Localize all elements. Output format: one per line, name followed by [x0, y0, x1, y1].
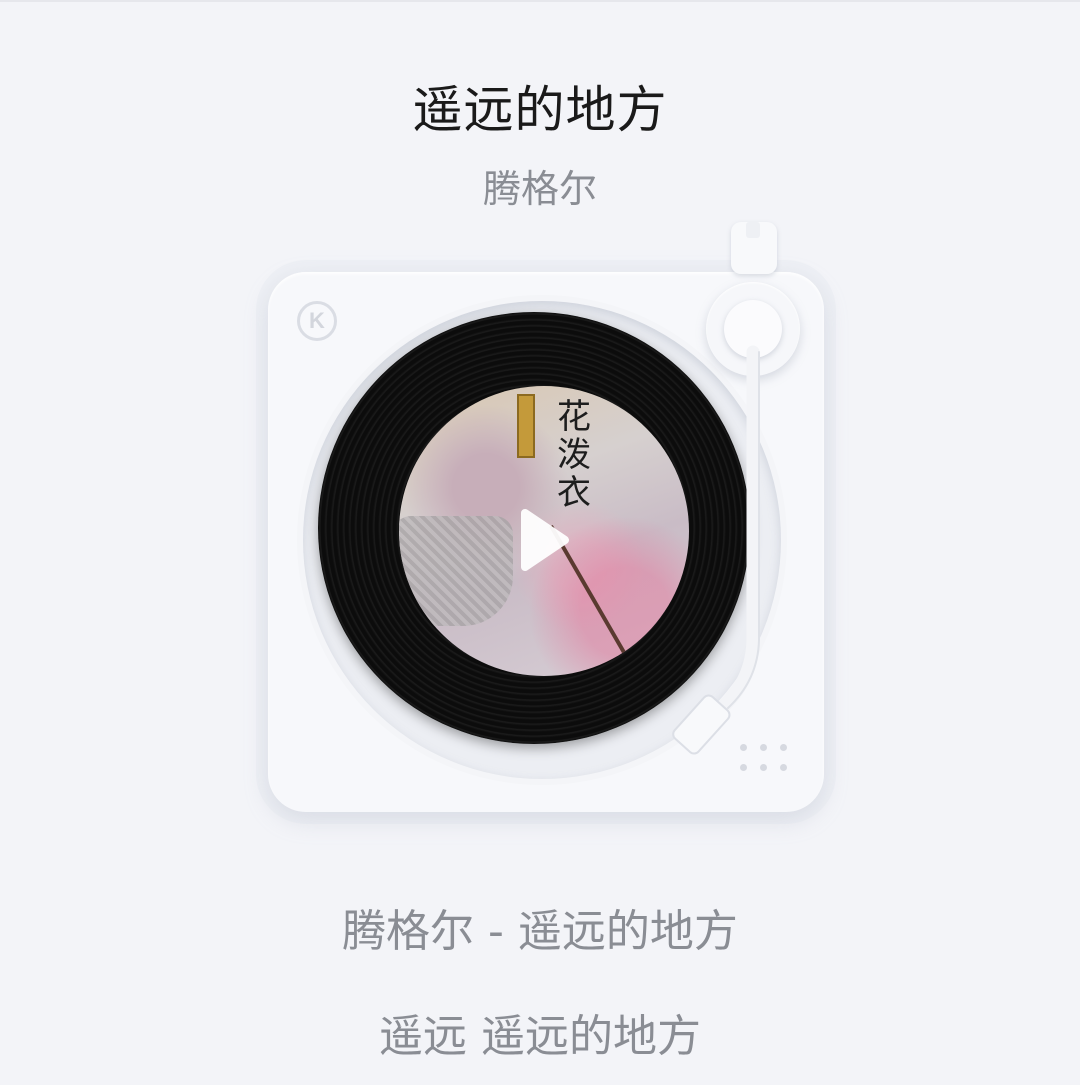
artist-name: 腾格尔	[482, 167, 597, 211]
song-title: 遥远的地方	[412, 81, 668, 139]
top-divider	[0, 0, 1080, 2]
cover-scroll-decoration	[517, 394, 535, 458]
track-info: 腾格尔 - 遥远的地方	[342, 906, 738, 957]
cover-basket-decoration	[399, 516, 513, 626]
play-button[interactable]	[505, 505, 575, 575]
current-lyric: 遥远 遥远的地方	[379, 1011, 701, 1062]
speaker-grille	[740, 744, 788, 776]
tonearm-pin	[746, 222, 760, 238]
play-icon	[521, 509, 569, 571]
k-logo-icon: K	[297, 301, 337, 341]
tonearm-pivot[interactable]	[724, 300, 782, 358]
cover-calligraphy: 花泼衣	[557, 397, 591, 513]
